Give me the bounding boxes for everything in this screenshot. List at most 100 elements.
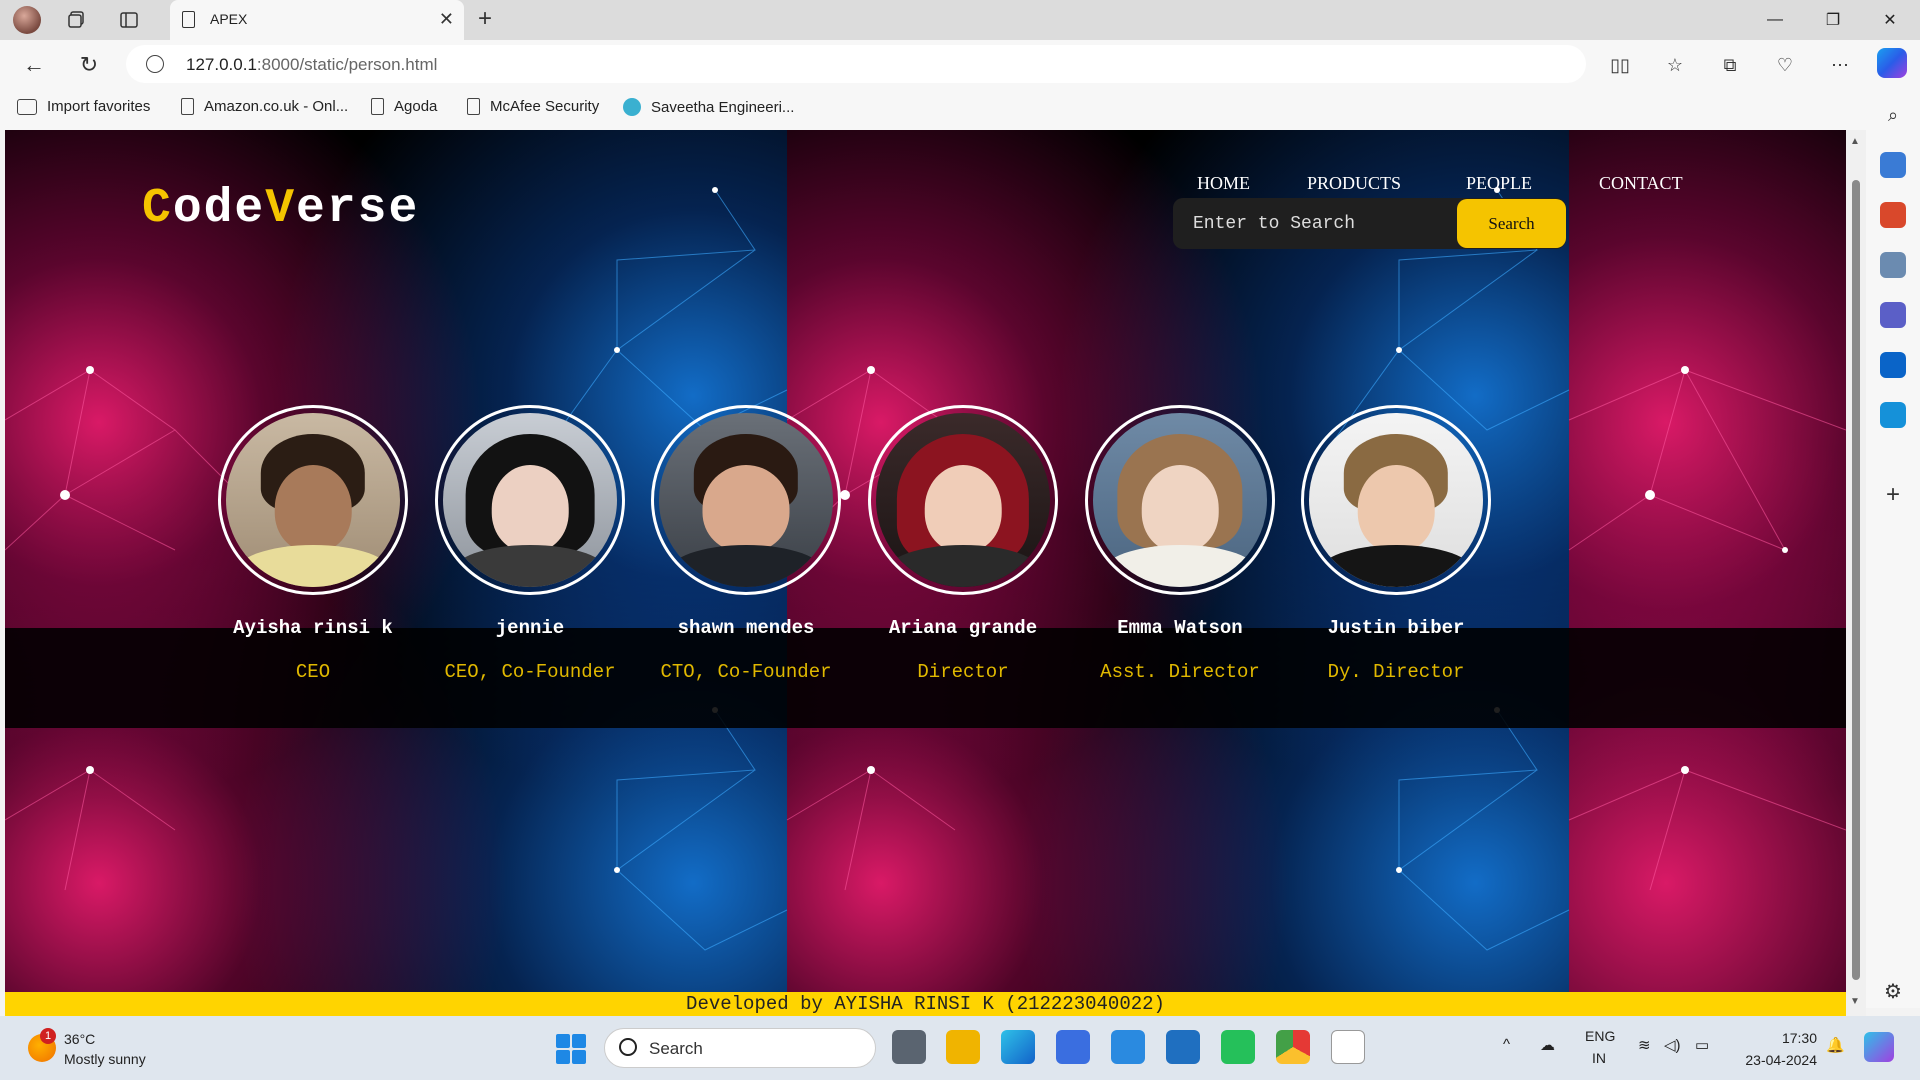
person-role: Director — [917, 661, 1009, 683]
nav-home[interactable]: HOME — [1197, 173, 1250, 194]
whatsapp-icon[interactable] — [1221, 1030, 1255, 1064]
person-card[interactable]: shawn mendes CTO, Co-Founder — [646, 405, 846, 683]
person-card[interactable]: Emma Watson Asst. Director — [1080, 405, 1280, 683]
taskbar-search[interactable]: Search — [604, 1028, 876, 1068]
shopping-icon[interactable] — [1880, 152, 1906, 178]
start-windows-icon[interactable] — [556, 1034, 586, 1064]
chrome-icon[interactable] — [1276, 1030, 1310, 1064]
games-icon[interactable] — [1880, 252, 1906, 278]
help-icon[interactable] — [1111, 1030, 1145, 1064]
person-card[interactable]: Justin biber Dy. Director — [1296, 405, 1496, 683]
person-role: Asst. Director — [1100, 661, 1260, 683]
show-hidden-icons-icon[interactable]: ^ — [1503, 1036, 1510, 1053]
vscode-icon[interactable] — [1166, 1030, 1200, 1064]
minimize-icon[interactable]: — — [1752, 6, 1798, 34]
snipping-tool-icon[interactable] — [1331, 1030, 1365, 1064]
drop-icon[interactable] — [1880, 402, 1906, 428]
onedrive-icon[interactable]: ☁ — [1540, 1036, 1555, 1054]
person-role: CTO, Co-Founder — [660, 661, 832, 683]
person-photo — [435, 405, 625, 595]
split-screen-icon[interactable]: ▯▯ — [1607, 52, 1633, 78]
language-bottom[interactable]: IN — [1592, 1050, 1606, 1066]
site-footer: Developed by AYISHA RINSI K (21222304002… — [5, 992, 1846, 1016]
nav-contact[interactable]: CONTACT — [1599, 173, 1683, 194]
person-card[interactable]: Ayisha rinsi k CEO — [213, 405, 413, 683]
workspaces-icon[interactable] — [63, 6, 91, 34]
active-tab[interactable]: APEX ✕ — [170, 0, 464, 40]
volume-icon[interactable]: ◁) — [1664, 1036, 1681, 1054]
more-menu-icon[interactable]: ⋯ — [1827, 52, 1853, 78]
sidebar-settings-icon[interactable]: ⚙ — [1880, 978, 1906, 1004]
person-role: CEO — [295, 661, 331, 683]
person-name: Emma Watson — [1117, 617, 1243, 639]
window-close-icon[interactable]: ✕ — [1867, 6, 1913, 34]
battery-icon[interactable]: ▭ — [1695, 1036, 1709, 1054]
address-bar-row: ← ↻ 127.0.0.1:8000/static/person.html ▯▯… — [0, 40, 1920, 88]
task-view-icon[interactable] — [892, 1030, 926, 1064]
notifications-icon[interactable]: 🔔 — [1826, 1036, 1845, 1054]
add-sidebar-icon[interactable]: + — [1880, 481, 1906, 508]
taskbar-search-label: Search — [649, 1039, 703, 1058]
edge-sidebar: ⌕ + ⚙ — [1866, 88, 1920, 1008]
favorites-icon[interactable]: ☆ — [1662, 52, 1688, 78]
vertical-tabs-icon[interactable] — [115, 6, 143, 34]
scroll-up-icon[interactable]: ▲ — [1850, 136, 1860, 147]
site-icon — [623, 98, 641, 116]
outlook-icon[interactable] — [1880, 352, 1906, 378]
reload-icon[interactable]: ↻ — [74, 50, 104, 80]
site-search-input[interactable] — [1193, 212, 1433, 236]
favorite-import[interactable]: Import favorites — [17, 98, 150, 115]
copilot-icon[interactable] — [1877, 48, 1907, 78]
person-role: Dy. Director — [1327, 661, 1465, 683]
weather-description[interactable]: Mostly sunny — [64, 1051, 146, 1067]
person-photo — [1085, 405, 1275, 595]
microsoft-365-icon[interactable] — [1880, 302, 1906, 328]
tab-title: APEX — [210, 11, 248, 27]
weather-badge: 1 — [40, 1028, 56, 1044]
collections-icon[interactable]: ⧉ — [1717, 52, 1743, 78]
windows-taskbar: 1 36°C Mostly sunny Search ^ ☁ ENG IN ≋ … — [0, 1016, 1920, 1080]
copilot-taskbar-icon[interactable] — [1864, 1032, 1894, 1062]
new-tab-icon[interactable]: + — [478, 5, 492, 33]
favorite-mcafee[interactable]: McAfee Security — [467, 98, 599, 115]
back-icon[interactable]: ← — [19, 50, 49, 80]
page-icon — [371, 98, 384, 115]
browser-tab-bar: APEX ✕ + — ❐ ✕ — [0, 0, 1920, 40]
favorites-bar: Import favorites Amazon.co.uk - Onl... A… — [0, 88, 1920, 130]
weather-temperature[interactable]: 36°C — [64, 1031, 95, 1047]
clock-time[interactable]: 17:30 — [1743, 1030, 1817, 1046]
person-card[interactable]: jennie CEO, Co-Founder — [430, 405, 630, 683]
language-top[interactable]: ENG — [1585, 1028, 1615, 1044]
browser-essentials-icon[interactable]: ♡ — [1772, 52, 1798, 78]
favorite-saveetha[interactable]: Saveetha Engineeri... — [623, 98, 794, 116]
favorite-amazon[interactable]: Amazon.co.uk - Onl... — [181, 98, 348, 115]
person-card[interactable]: Ariana grande Director — [863, 405, 1063, 683]
edge-browser-icon[interactable] — [1001, 1030, 1035, 1064]
nav-products[interactable]: PRODUCTS — [1307, 173, 1401, 194]
person-name: jennie — [495, 617, 565, 639]
scroll-thumb[interactable] — [1852, 180, 1860, 980]
page-scrollbar[interactable]: ▲ ▼ — [1846, 130, 1866, 1016]
url-text[interactable]: 127.0.0.1:8000/static/person.html — [186, 55, 437, 75]
site-search-button[interactable]: Search — [1457, 199, 1566, 248]
site-logo[interactable]: CodeVerse — [142, 182, 419, 236]
file-explorer-icon[interactable] — [946, 1030, 980, 1064]
tools-icon[interactable] — [1880, 202, 1906, 228]
page-icon — [181, 98, 194, 115]
restore-icon[interactable]: ❐ — [1810, 6, 1856, 34]
profile-avatar[interactable] — [13, 6, 41, 34]
clock-date[interactable]: 23-04-2024 — [1735, 1052, 1817, 1068]
search-icon — [619, 1038, 637, 1056]
ms-store-icon[interactable] — [1056, 1030, 1090, 1064]
favorite-agoda[interactable]: Agoda — [371, 98, 437, 115]
site-info-icon[interactable] — [146, 55, 164, 73]
nav-people[interactable]: PEOPLE — [1466, 173, 1532, 194]
url-field[interactable]: 127.0.0.1:8000/static/person.html — [126, 45, 1586, 83]
close-tab-icon[interactable]: ✕ — [439, 9, 454, 30]
import-icon — [17, 98, 37, 115]
person-photo — [651, 405, 841, 595]
scroll-down-icon[interactable]: ▼ — [1850, 996, 1860, 1007]
wifi-icon[interactable]: ≋ — [1638, 1036, 1651, 1054]
sidebar-search-icon[interactable]: ⌕ — [1880, 102, 1906, 128]
person-name: Ariana grande — [888, 617, 1038, 639]
